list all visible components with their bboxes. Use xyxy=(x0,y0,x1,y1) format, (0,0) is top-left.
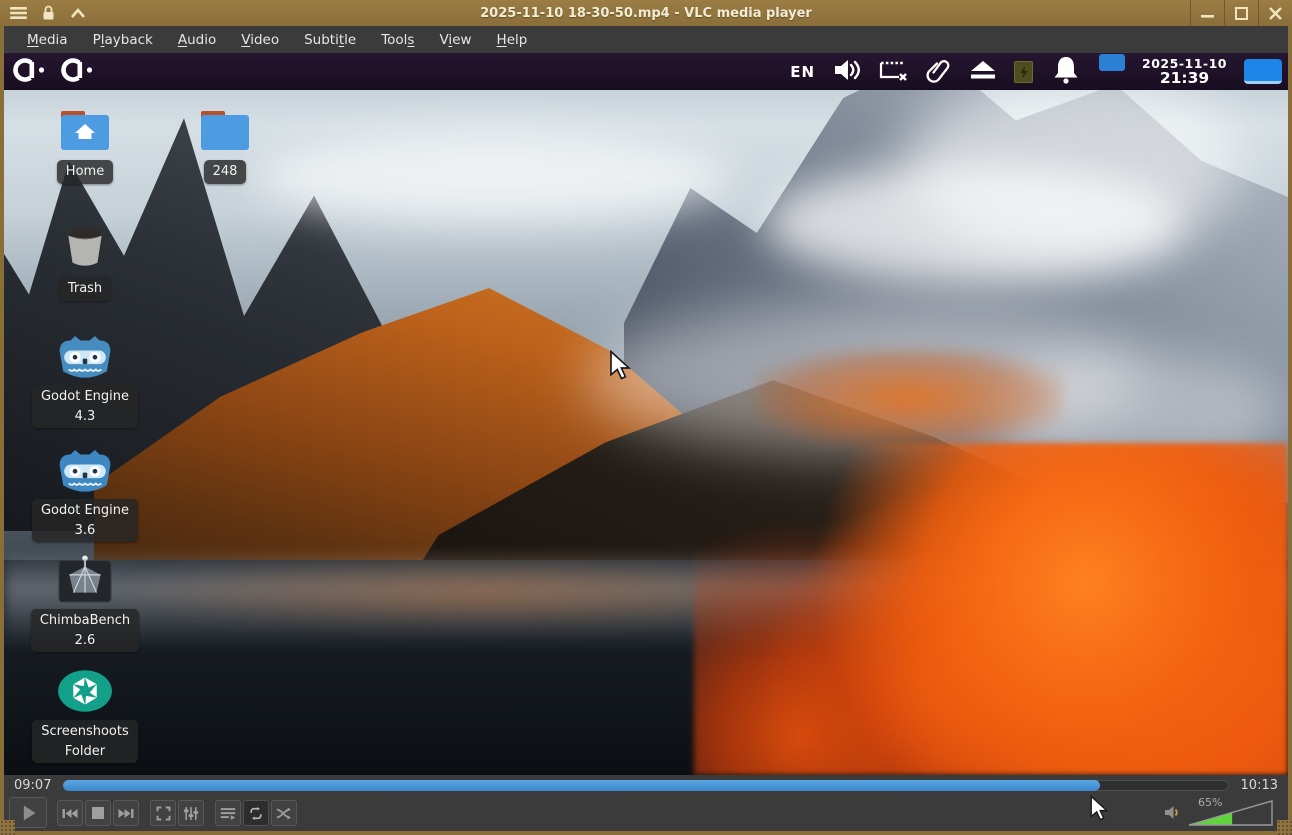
wallpaper-orange-ridge xyxy=(94,288,884,628)
desktop-icon-chimbabench: ChimbaBench 2.6 xyxy=(25,553,145,652)
desktop-icon-label: 4.3 xyxy=(74,408,96,424)
wallpaper-orange-tree xyxy=(694,443,1288,775)
wallpaper-orange-patch xyxy=(754,348,1064,448)
desktop-icon-label: Godot Engine xyxy=(40,389,130,404)
next-button[interactable] xyxy=(113,800,139,826)
battery-indicator-icon xyxy=(1014,60,1034,83)
desktop-icon-godot-43: Godot Engine 4.3 xyxy=(25,331,145,428)
panel-time: 21:39 xyxy=(1159,68,1210,87)
elapsed-time: 09:07 xyxy=(14,778,52,793)
folder-icon xyxy=(201,111,249,150)
maximize-button[interactable] xyxy=(1224,0,1258,26)
panel-volume-icon xyxy=(832,58,862,86)
resize-grip[interactable] xyxy=(0,820,15,835)
desktop-icon-godot-36: Godot Engine 3.6 xyxy=(25,445,145,542)
menu-item-subtitle[interactable]: Subtitle xyxy=(295,29,365,51)
loop-button[interactable] xyxy=(243,800,269,826)
tray-app-icon xyxy=(1099,54,1126,71)
menu-item-help[interactable]: Help xyxy=(488,29,537,51)
resize-grip[interactable] xyxy=(1277,820,1292,835)
menu-item-audio[interactable]: Audio xyxy=(169,29,225,51)
paperclip-icon xyxy=(926,57,952,87)
recorded-desktop-panel: EN 2025-11-10 21:39 xyxy=(4,53,1288,90)
seek-bar-fill xyxy=(63,780,1101,791)
playlist-button[interactable] xyxy=(215,800,241,826)
screenshots-icon xyxy=(58,670,112,712)
notifications-bell-icon xyxy=(1050,55,1082,89)
random-button[interactable] xyxy=(271,800,297,826)
close-button[interactable] xyxy=(1258,0,1292,26)
keyboard-layout-indicator: EN xyxy=(790,62,816,81)
volume-percent-label: 65% xyxy=(1198,796,1223,809)
window-menu-icon[interactable] xyxy=(8,4,28,22)
app-logo-icon xyxy=(12,56,48,88)
shade-window-icon[interactable] xyxy=(68,4,88,22)
seek-bar[interactable] xyxy=(63,780,1229,791)
menu-bar: Media Playback Audio Video Subtitle Tool… xyxy=(4,26,1288,54)
wallpaper-mountain-right xyxy=(624,53,1288,503)
fullscreen-button[interactable] xyxy=(150,800,176,826)
desktop-icon-label: Trash xyxy=(67,281,103,296)
wallpaper-dark-ridge xyxy=(364,380,1288,653)
volume-mute-icon[interactable] xyxy=(1164,805,1181,824)
lock-icon[interactable] xyxy=(38,4,58,22)
wallpaper-mist xyxy=(4,548,1288,648)
stop-button[interactable] xyxy=(85,800,111,826)
desktop-icon-label: ChimbaBench xyxy=(39,613,131,628)
window-border[interactable] xyxy=(0,26,4,835)
screenshot-region-icon xyxy=(879,58,909,86)
video-display[interactable]: EN 2025-11-10 21:39 Home 248 Trash Godot… xyxy=(4,53,1288,775)
menu-item-media[interactable]: Media xyxy=(18,29,77,51)
eject-icon xyxy=(969,59,997,85)
desktop-icon-screenshoots: Screenshoots Folder xyxy=(25,668,145,763)
minimize-button[interactable] xyxy=(1190,0,1224,26)
app-logo-icon xyxy=(60,56,96,88)
seek-row: 09:07 10:13 xyxy=(4,775,1288,796)
desktop-icon-label: Screenshoots xyxy=(41,724,129,739)
wallpaper-warm-reflection xyxy=(124,558,844,628)
desktop-icon-label: 2.6 xyxy=(74,632,96,648)
desktop-icon-label: 3.6 xyxy=(74,522,96,538)
panel-date: 2025-11-10 xyxy=(1142,55,1227,71)
volume-slider[interactable]: 65% xyxy=(1188,796,1274,831)
home-folder-icon xyxy=(61,111,109,150)
desktop-icon-trash: Trash xyxy=(25,221,145,301)
menu-item-playback[interactable]: Playback xyxy=(84,29,162,51)
desktop-icon-label: Home xyxy=(65,164,105,179)
window-title: 2025-11-10 18-30-50.mp4 - VLC media play… xyxy=(480,5,812,21)
display-indicator-icon xyxy=(1244,59,1282,84)
menu-item-view[interactable]: View xyxy=(430,29,480,51)
wallpaper-fog xyxy=(984,353,1284,473)
wallpaper-cloud xyxy=(254,133,734,223)
extended-settings-button[interactable] xyxy=(178,800,204,826)
total-time: 10:13 xyxy=(1240,778,1278,793)
menu-item-tools[interactable]: Tools xyxy=(372,29,423,51)
wallpaper-snow xyxy=(904,73,1244,253)
desktop-icon-label: Folder xyxy=(64,743,106,759)
titlebar[interactable]: 2025-11-10 18-30-50.mp4 - VLC media play… xyxy=(0,0,1292,26)
desktop-icon-label: Godot Engine xyxy=(40,503,130,518)
window-border[interactable] xyxy=(1288,26,1292,835)
panel-clock: 2025-11-10 21:39 xyxy=(1142,55,1227,87)
desktop-icon-home: Home xyxy=(25,108,145,184)
vlc-window: 2025-11-10 18-30-50.mp4 - VLC media play… xyxy=(0,0,1292,835)
chimbabench-icon xyxy=(58,555,112,603)
wallpaper-cloud xyxy=(764,163,1184,283)
godot-icon xyxy=(59,449,111,492)
window-border[interactable] xyxy=(0,831,1292,835)
desktop-icon-248: 248 xyxy=(165,108,285,184)
wallpaper-fog xyxy=(584,303,1144,453)
wallpaper-lake xyxy=(4,560,1288,775)
recorded-cursor xyxy=(607,349,633,384)
trash-icon xyxy=(68,228,102,266)
desktop-icon-label: 248 xyxy=(212,164,238,179)
control-bar: 65% xyxy=(4,796,1288,831)
previous-button[interactable] xyxy=(57,800,83,826)
godot-icon xyxy=(59,335,111,378)
menu-item-video[interactable]: Video xyxy=(232,29,288,51)
